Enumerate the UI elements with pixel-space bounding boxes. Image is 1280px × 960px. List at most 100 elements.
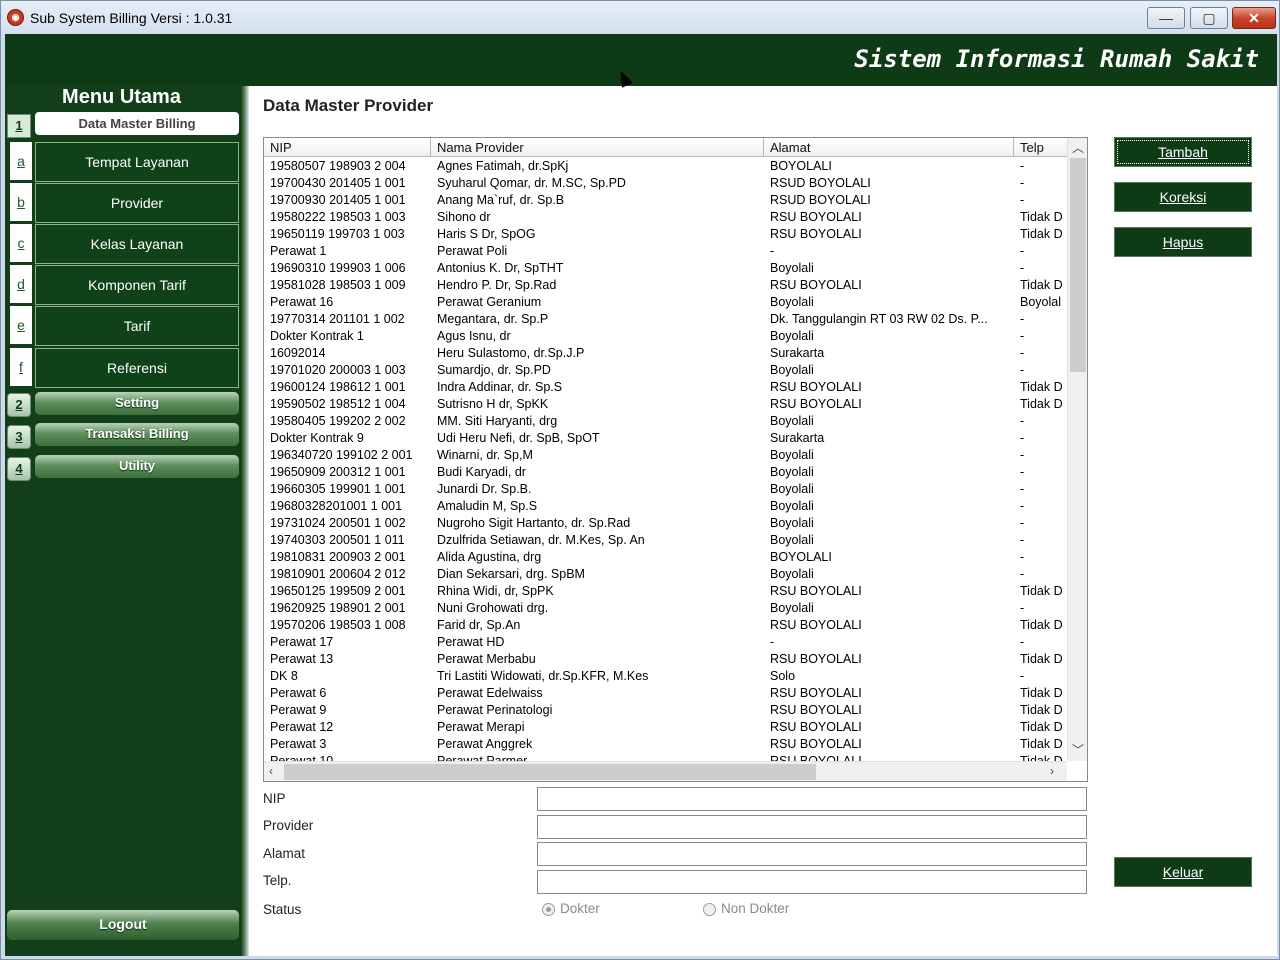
cell-telp: - [1020, 431, 1025, 445]
close-button[interactable]: ✕ [1232, 7, 1276, 29]
cell-nip: 19650909 200312 1 001 [270, 465, 406, 479]
table-row[interactable]: 19701020 200003 1 003 Sumardjo, dr. Sp.PD… [264, 362, 1067, 379]
table-row[interactable]: Perawat 13 Perawat Merbabu RSU BOYOLALI Tid… [264, 651, 1067, 668]
maximize-button[interactable]: ▢ [1190, 7, 1228, 29]
table-row[interactable]: 19740303 200501 1 011 Dzulfrida Setiawan,… [264, 532, 1067, 549]
table-row[interactable]: 19700930 201405 1 001 Anang Ma`ruf, dr. S… [264, 192, 1067, 209]
table-row[interactable]: 196340720 199102 2 001 Winarni, dr. Sp,M B… [264, 447, 1067, 464]
menu-item-provider[interactable]: Provider [35, 183, 239, 223]
menu-key-4[interactable]: 4 [7, 457, 31, 481]
cell-nama-provider: Rhina Widi, dr, SpPK [437, 584, 554, 598]
banner: Sistem Informasi Rumah Sakit [5, 34, 1277, 86]
keluar-button[interactable]: Keluar [1114, 857, 1252, 887]
menu-key-3[interactable]: 3 [7, 425, 31, 449]
cell-nama-provider: Antonius K. Dr, SpTHT [437, 261, 564, 275]
menu-group-transaksi-billing[interactable]: Transaksi Billing [35, 423, 239, 446]
table-row[interactable]: 19570206 198503 1 008 Farid dr, Sp.An RSU … [264, 617, 1067, 634]
table-row[interactable]: DK 8 Tri Lastiti Widowati, dr.Sp.KFR, M.K… [264, 668, 1067, 685]
provider-table[interactable]: NIP Nama Provider Alamat Telp 19580507 1… [263, 137, 1088, 782]
menu-item-tarif[interactable]: Tarif [35, 306, 239, 346]
column-header-telp[interactable]: Telp [1014, 138, 1067, 157]
table-row[interactable]: Perawat 6 Perawat Edelwaiss RSU BOYOLALI Ti… [264, 685, 1067, 702]
cell-alamat: Surakarta [770, 346, 825, 360]
menu-item-tempat-layanan[interactable]: Tempat Layanan [35, 142, 239, 182]
table-row[interactable]: Perawat 16 Perawat Geranium Boyolali Boyola… [264, 294, 1067, 311]
table-row[interactable]: 19770314 201101 1 002 Megantara, dr. Sp.P… [264, 311, 1067, 328]
menu-key-f[interactable]: f [7, 348, 32, 386]
table-row[interactable]: 19580507 198903 2 004 Agnes Fatimah, dr.S… [264, 158, 1067, 175]
vertical-scrollbar[interactable]: ︿ ﹀ [1067, 138, 1087, 761]
column-header-nip[interactable]: NIP [264, 138, 431, 157]
column-header-nama-provider[interactable]: Nama Provider [431, 138, 764, 157]
tab-data-master-billing[interactable]: Data Master Billing [35, 112, 239, 135]
menu-key-1[interactable]: 1 [7, 114, 31, 138]
table-row[interactable]: 19810901 200604 2 012 Dian Sekarsari, drg… [264, 566, 1067, 583]
table-row[interactable]: 19650119 199703 1 003 Haris S Dr, SpOG RSU… [264, 226, 1067, 243]
cell-nama-provider: Sihono dr [437, 210, 491, 224]
koreksi-button[interactable]: Koreksi [1114, 182, 1252, 212]
logout-button[interactable]: Logout [7, 910, 239, 940]
menu-key-b[interactable]: b [7, 183, 32, 221]
table-row[interactable]: Perawat 3 Perawat Anggrek RSU BOYOLALI Tida… [264, 736, 1067, 753]
nip-field[interactable] [537, 787, 1087, 811]
table-row[interactable]: Perawat 9 Perawat Perinatologi RSU BOYOLAL… [264, 702, 1067, 719]
table-row[interactable]: Perawat 10 Perawat Parmer RSU BOYOLALI Tida… [264, 753, 1067, 761]
menu-group-utility[interactable]: Utility [35, 455, 239, 478]
table-row[interactable]: 19580222 198503 1 003 Sihono dr RSU BOYOLA… [264, 209, 1067, 226]
tambah-button[interactable]: Tambah [1114, 137, 1252, 167]
table-row[interactable]: 19731024 200501 1 002 Nugroho Sigit Harta… [264, 515, 1067, 532]
horizontal-scroll-thumb[interactable] [284, 764, 816, 780]
hapus-button[interactable]: Hapus [1114, 227, 1252, 257]
menu-key-c[interactable]: c [7, 224, 32, 262]
alamat-label: Alamat [263, 846, 306, 861]
table-row[interactable]: Perawat 17 Perawat HD - - [264, 634, 1067, 651]
cell-nama-provider: Agnes Fatimah, dr.SpKj [437, 159, 569, 173]
cell-nip: Perawat 6 [270, 686, 327, 700]
scroll-left-arrow-icon[interactable]: ‹ [269, 764, 273, 778]
cell-telp: - [1020, 346, 1025, 360]
telp-field[interactable] [537, 870, 1087, 894]
scroll-right-arrow-icon[interactable]: › [1050, 764, 1054, 778]
menu-group-setting[interactable]: Setting [35, 392, 239, 415]
cell-nama-provider: Anang Ma`ruf, dr. Sp.B [437, 193, 565, 207]
table-row[interactable]: Dokter Kontrak 1 Agus Isnu, dr Boyolali - [264, 328, 1067, 345]
table-row[interactable]: 19590502 198512 1 004 Sutrisno H dr, SpKK… [264, 396, 1067, 413]
table-row[interactable]: Perawat 1 Perawat Poli - - [264, 243, 1067, 260]
table-row[interactable]: 19620925 198901 2 001 Nuni Grohowati drg.… [264, 600, 1067, 617]
menu-key-a[interactable]: a [7, 142, 32, 180]
table-row[interactable]: 19650125 199509 2 001 Rhina Widi, dr, SpP… [264, 583, 1067, 600]
cell-nip: Perawat 9 [270, 703, 327, 717]
cell-nama-provider: Udi Heru Nefi, dr. SpB, SpOT [437, 431, 600, 445]
table-row[interactable]: Dokter Kontrak 9 Udi Heru Nefi, dr. SpB, … [264, 430, 1067, 447]
menu-item-kelas-layanan[interactable]: Kelas Layanan [35, 224, 239, 264]
table-row[interactable]: 19810831 200903 2 001 Alida Agustina, drg… [264, 549, 1067, 566]
table-row[interactable]: 19650909 200312 1 001 Budi Karyadi, dr Boy… [264, 464, 1067, 481]
table-row[interactable]: Perawat 12 Perawat Merapi RSU BOYOLALI Tida… [264, 719, 1067, 736]
cell-nama-provider: Nuni Grohowati drg. [437, 601, 549, 615]
table-row[interactable]: 19680328201001 1 001 Amaludin M, Sp.S Boyo… [264, 498, 1067, 515]
table-row[interactable]: 19581028 198503 1 009 Hendro P. Dr, Sp.Ra… [264, 277, 1067, 294]
column-header-alamat[interactable]: Alamat [764, 138, 1014, 157]
table-row[interactable]: 19700430 201405 1 001 Syuharul Qomar, dr.… [264, 175, 1067, 192]
minimize-button[interactable]: — [1147, 7, 1185, 29]
menu-key-2[interactable]: 2 [7, 393, 31, 417]
radio-unselected-icon[interactable] [703, 903, 716, 916]
scroll-up-arrow-icon[interactable]: ︿ [1072, 139, 1084, 156]
title-bar[interactable]: ◉ Sub System Billing Versi : 1.0.31 — ▢ … [1, 1, 1279, 34]
table-row[interactable]: 16092014 Heru Sulastomo, dr.Sp.J.P Surakar… [264, 345, 1067, 362]
menu-item-komponen-tarif[interactable]: Komponen Tarif [35, 265, 239, 305]
table-row[interactable]: 19600124 198612 1 001 Indra Addinar, dr. … [264, 379, 1067, 396]
table-row[interactable]: 19660305 199901 1 001 Junardi Dr. Sp.B. Bo… [264, 481, 1067, 498]
menu-key-e[interactable]: e [7, 306, 32, 344]
alamat-field[interactable] [537, 842, 1087, 866]
table-row[interactable]: 19690310 199903 1 006 Antonius K. Dr, SpT… [264, 260, 1067, 277]
cell-telp: - [1020, 176, 1025, 190]
menu-key-d[interactable]: d [7, 265, 32, 303]
radio-selected-icon[interactable] [542, 903, 555, 916]
provider-field[interactable] [537, 815, 1087, 839]
menu-item-referensi[interactable]: Referensi [35, 348, 239, 388]
table-row[interactable]: 19580405 199202 2 002 MM. Siti Haryanti, … [264, 413, 1067, 430]
vertical-scroll-thumb[interactable] [1070, 158, 1086, 372]
scroll-down-arrow-icon[interactable]: ﹀ [1072, 741, 1084, 758]
horizontal-scrollbar[interactable]: ‹ › [264, 761, 1067, 781]
